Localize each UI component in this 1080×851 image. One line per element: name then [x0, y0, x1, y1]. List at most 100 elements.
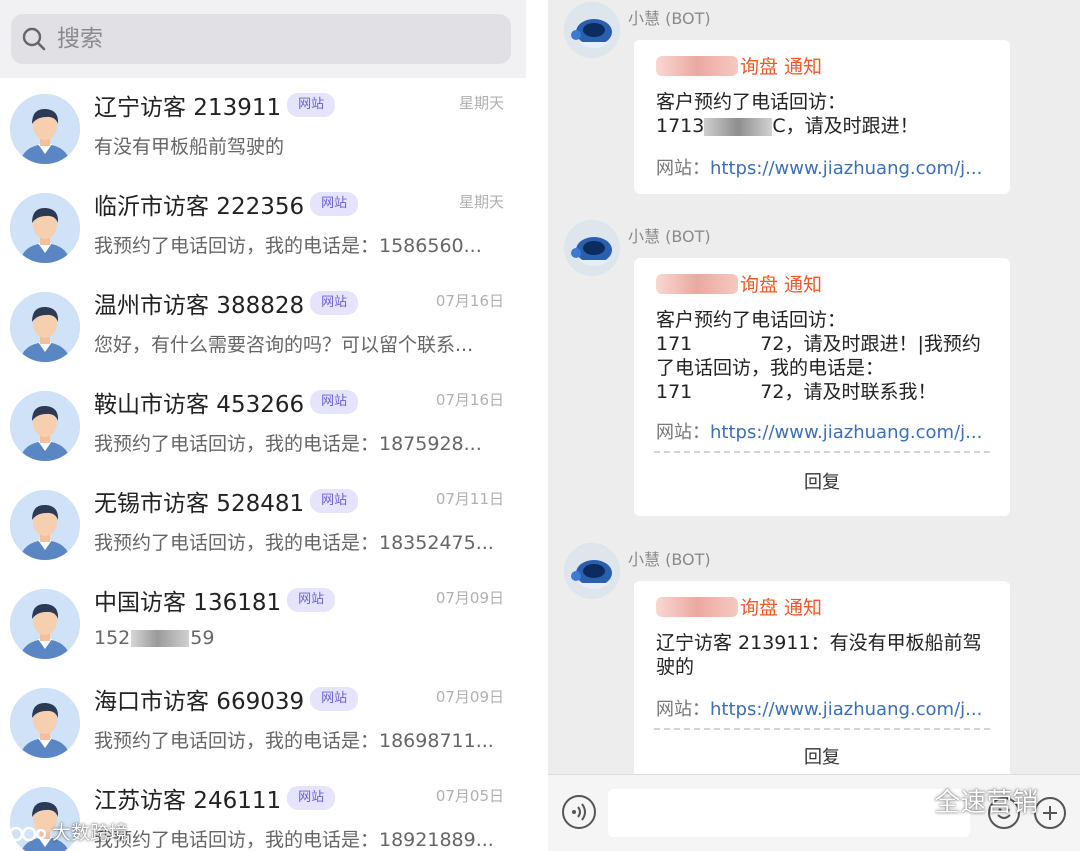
visitor-avatar [10, 490, 80, 560]
body-line: 171 72，请及时跟进！|我预约 [656, 332, 996, 356]
conversation-date: 07月16日 [435, 292, 504, 310]
search-box[interactable] [11, 14, 511, 64]
body-line: 客户预约了电话回访： [656, 309, 847, 331]
chat-message: 小慧 (BOT) 询盘 通知 客户预约了电话回访： 1713 C，请及时跟进！ 网… [548, 2, 1080, 202]
watermark-left-text: 大数跨境 [52, 822, 129, 844]
robot-icon [564, 2, 620, 58]
conversation-title: 中国访客 136181 网站 [94, 583, 336, 617]
visitor-name: 海口市访客 669039 [94, 689, 305, 715]
chat-panel: 小慧 (BOT) 询盘 通知 客户预约了电话回访： 1713 C，请及时跟进！ 网… [548, 0, 1080, 851]
source-badge: 网站 [287, 588, 336, 612]
phone-suffix: C，请及时跟进！ [772, 115, 919, 137]
conversation-preview: 有没有甲板船前驾驶的 [94, 136, 285, 158]
conversation-title: 无锡市访客 528481 网站 [94, 484, 359, 518]
conversation-item[interactable]: 鞍山市访客 453266 网站 07月16日 我预约了电话回访，我的电话是：18… [0, 377, 526, 476]
divider [654, 451, 990, 453]
card-title: 询盘 通知 [656, 593, 822, 620]
robot-icon [564, 543, 620, 599]
source-badge: 网站 [310, 390, 359, 414]
visitor-name: 江苏访客 246111 [94, 788, 282, 814]
wechat-icon [890, 790, 926, 817]
person-icon [10, 391, 80, 461]
body-line: 1713 C，请及时跟进！ [656, 114, 996, 138]
conversation-item[interactable]: 辽宁访客 213911 网站 星期天 有没有甲板船前驾驶的 [0, 80, 526, 179]
visitor-avatar [10, 688, 80, 758]
conversation-title: 海口市访客 669039 网站 [94, 682, 359, 716]
body-line: 171 72，请及时联系我！ [656, 380, 996, 404]
conversation-item[interactable]: 无锡市访客 528481 网站 07月11日 我预约了电话回访，我的电话是：18… [0, 476, 526, 575]
bot-avatar [564, 220, 620, 276]
divider [654, 728, 990, 730]
conversation-date: 07月09日 [435, 688, 504, 706]
card-title-text: 询盘 通知 [740, 56, 823, 78]
conversation-date: 07月05日 [435, 787, 504, 805]
phone-suffix: 72，请及时联系我！ [760, 381, 937, 403]
conversation-preview: 我预约了电话回访，我的电话是：18921889... [94, 829, 494, 851]
card-body: 客户预约了电话回访： 1713 C，请及时跟进！ [656, 90, 996, 138]
source-badge: 网站 [310, 687, 359, 711]
card-body: 客户预约了电话回访： 171 72，请及时跟进！|我预约 了电话回访，我的电话是：… [656, 308, 996, 404]
source-badge: 网站 [310, 489, 359, 513]
phone-prefix: 171 [656, 333, 693, 355]
brand-logo-icon [8, 826, 47, 841]
conversation-date: 07月11日 [435, 490, 504, 508]
visitor-avatar [10, 589, 80, 659]
conversation-preview: 我预约了电话回访，我的电话是：1586560... [94, 235, 482, 257]
conversation-item[interactable]: 海口市访客 669039 网站 07月09日 我预约了电话回访，我的电话是：18… [0, 674, 526, 773]
visitor-name: 中国访客 136181 [94, 590, 282, 616]
phone-suffix: 72，请及时跟进！|我预约 [760, 333, 981, 355]
conversation-title: 温州市访客 388828 网站 [94, 286, 359, 320]
site-label: 网站： [656, 422, 710, 443]
preview-phone-suffix: 59 [190, 627, 215, 649]
reply-button[interactable]: 回复 [634, 468, 1010, 494]
visitor-avatar [10, 193, 80, 263]
redaction-mask [656, 55, 738, 76]
body-line: 客户预约了电话回访： [656, 91, 847, 113]
site-link[interactable]: https://www.jiazhuang.com/j... [710, 699, 982, 720]
bot-avatar [564, 543, 620, 599]
conversation-item[interactable]: 温州市访客 388828 网站 07月16日 您好，有什么需要咨询的吗？可以留个… [0, 278, 526, 377]
visitor-avatar [10, 292, 80, 362]
conversation-title: 鞍山市访客 453266 网站 [94, 385, 359, 419]
person-icon [10, 94, 80, 164]
conversation-date: 07月09日 [435, 589, 504, 607]
card-title-text: 询盘 通知 [740, 274, 823, 296]
site-line: 网站：https://www.jiazhuang.com/j... [656, 418, 982, 444]
source-badge: 网站 [310, 291, 359, 315]
site-line: 网站：https://www.jiazhuang.com/j... [656, 695, 982, 721]
visitor-name: 鞍山市访客 453266 [94, 392, 305, 418]
notification-card: 询盘 通知 客户预约了电话回访： 1713 C，请及时跟进！ 网站：https:/… [634, 40, 1010, 194]
phone-prefix: 171 [656, 381, 693, 403]
conversation-item[interactable]: 临沂市访客 222356 网站 星期天 我预约了电话回访，我的电话是：15865… [0, 179, 526, 278]
card-title: 询盘 通知 [656, 52, 822, 79]
watermark-right-text: 全速营销 [934, 788, 1039, 818]
site-link[interactable]: https://www.jiazhuang.com/j... [710, 158, 982, 179]
source-badge: 网站 [287, 93, 336, 117]
reply-button[interactable]: 回复 [634, 743, 1010, 769]
search-bar-area [0, 0, 526, 78]
search-icon [22, 27, 46, 51]
conversation-title: 江苏访客 246111 网站 [94, 781, 336, 815]
conversation-preview: 我预约了电话回访，我的电话是：1875928... [94, 433, 482, 455]
plus-icon [1043, 806, 1057, 820]
search-input[interactable] [55, 25, 479, 53]
conversation-date: 07月16日 [435, 391, 504, 409]
site-line: 网站：https://www.jiazhuang.com/j... [656, 154, 982, 180]
watermark-right: 全速营销 [890, 782, 1038, 819]
preview-phone-prefix: 152 [94, 627, 131, 649]
conversation-preview: 您好，有什么需要咨询的吗？可以留个联系... [94, 334, 474, 356]
sender-name: 小慧 (BOT) [628, 227, 711, 246]
site-link[interactable]: https://www.jiazhuang.com/j... [710, 422, 982, 443]
body-line: 驶的 [656, 656, 695, 678]
card-title-text: 询盘 通知 [740, 597, 823, 619]
conversation-preview: 我预约了电话回访，我的电话是：18698711... [94, 730, 494, 752]
visitor-name: 温州市访客 388828 [94, 293, 305, 319]
redaction-mask [704, 117, 773, 136]
voice-input-button[interactable] [562, 795, 596, 829]
conversation-preview: 我预约了电话回访，我的电话是：18352475... [94, 532, 494, 554]
chat-message: 小慧 (BOT) 询盘 通知 客户预约了电话回访： 171 72，请及时跟进！|我… [548, 220, 1080, 520]
site-label: 网站： [656, 699, 710, 720]
watermark-left: 大数跨境 [8, 818, 128, 845]
more-button[interactable] [1034, 797, 1066, 829]
conversation-item[interactable]: 中国访客 136181 网站 07月09日 152 59 [0, 575, 526, 674]
